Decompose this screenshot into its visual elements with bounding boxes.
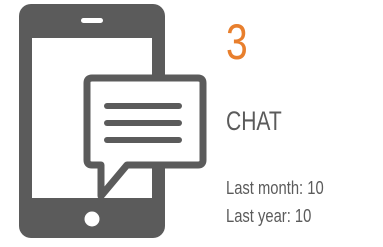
phone-home-button-icon [84, 211, 100, 227]
message-line-icon [104, 120, 182, 126]
chat-count: 3 [226, 14, 248, 70]
last-year-value: 10 [294, 206, 312, 226]
last-month-value: 10 [307, 178, 324, 198]
last-year-stat: Last year: 10 [226, 205, 311, 227]
smartphone-chat-icon [19, 4, 207, 238]
message-line-icon [104, 137, 182, 143]
chat-phone-icon [8, 0, 208, 242]
last-month-stat: Last month: 10 [226, 177, 324, 199]
message-line-icon [104, 103, 182, 109]
last-year-label: Last year: [226, 206, 291, 226]
last-month-label: Last month: [226, 178, 304, 198]
chat-title: CHAT [226, 106, 282, 136]
phone-speaker-icon [81, 18, 103, 23]
